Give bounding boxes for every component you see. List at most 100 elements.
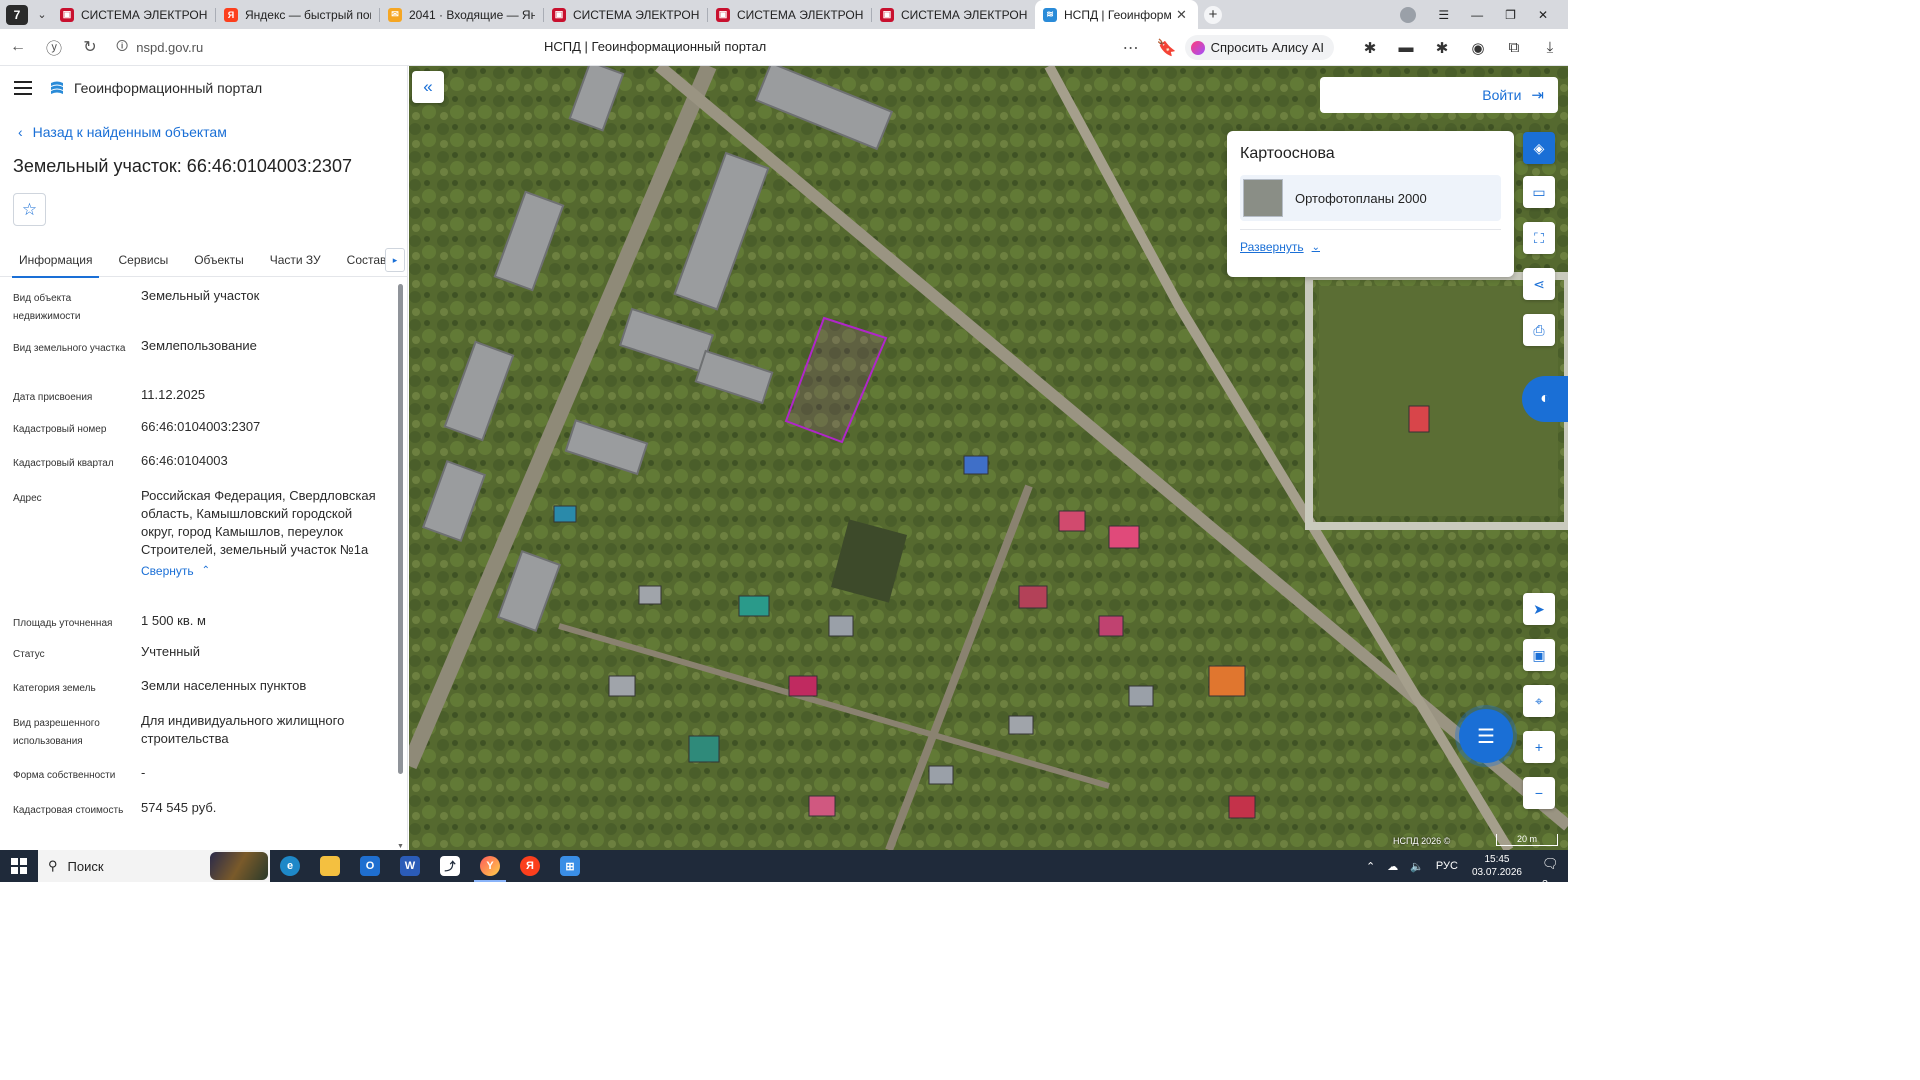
app-icon: ⤴ bbox=[440, 856, 460, 876]
clock[interactable]: 15:45 03.07.2026 bbox=[1472, 853, 1522, 879]
basemap-option[interactable]: Ортофотопланы 2000 bbox=[1240, 175, 1501, 221]
close-window-icon[interactable]: ✕ bbox=[1538, 8, 1548, 22]
new-tab-button[interactable]: + bbox=[1204, 5, 1222, 24]
site-info-icon[interactable]: 🛈 bbox=[116, 37, 128, 58]
reload-icon[interactable]: ↻ bbox=[72, 37, 108, 57]
menu-icon[interactable] bbox=[14, 81, 32, 95]
tabs-dropdown-icon[interactable]: ⌄ bbox=[32, 8, 52, 21]
zoom-in-button[interactable]: + bbox=[1523, 731, 1555, 763]
start-button[interactable] bbox=[0, 850, 38, 882]
address-bar: ← ⓨ ↻ 🛈 nspd.gov.ru НСПД | Геоинформацио… bbox=[0, 29, 1568, 66]
taskbar-yandex-browser[interactable]: Y bbox=[470, 850, 510, 882]
page-title-display: НСПД | Геоинформационный портал bbox=[544, 39, 767, 54]
taskbar-yandex[interactable]: Я bbox=[510, 850, 550, 882]
zoom-out-button[interactable]: − bbox=[1523, 777, 1555, 809]
info-value: Учтенный bbox=[141, 644, 201, 659]
chat-button[interactable]: ☰ bbox=[1459, 709, 1513, 763]
basemap-expand-link[interactable]: Развернуть ⌄ bbox=[1240, 240, 1501, 254]
favorite-button[interactable]: ☆ bbox=[13, 193, 46, 226]
url-field[interactable]: 🛈 nspd.gov.ru bbox=[116, 37, 536, 58]
collapse-sidebar-button[interactable]: « bbox=[412, 71, 444, 103]
print-button[interactable]: ⎙ bbox=[1523, 314, 1555, 346]
notifications-icon[interactable]: 🗨3 bbox=[1542, 856, 1562, 891]
info-value-cell: Земельный участок bbox=[141, 287, 407, 337]
browser-tab[interactable]: ▣ СИСТЕМА ЭЛЕКТРОННО bbox=[544, 0, 707, 29]
restore-icon[interactable]: ❐ bbox=[1505, 8, 1516, 22]
object-tab[interactable]: Объекты bbox=[181, 244, 257, 277]
taskbar-outlook[interactable]: O bbox=[350, 850, 390, 882]
info-row: Вид разрешенного использования Для индиви… bbox=[0, 712, 407, 764]
map-credit: НСПД 2026 © bbox=[1393, 836, 1451, 846]
search-location-button[interactable]: ⌖ bbox=[1523, 685, 1555, 717]
sidebar-scrollbar[interactable]: ▼ bbox=[397, 284, 404, 850]
taskbar-search[interactable]: ⚲ Поиск bbox=[38, 850, 270, 882]
yandex-protect-icon[interactable]: ⓨ bbox=[36, 35, 72, 59]
chevron-left-icon: ‹ bbox=[18, 124, 23, 140]
tray-chevron-icon[interactable]: ⌃ bbox=[1366, 860, 1375, 873]
alisa-icon bbox=[1190, 40, 1205, 55]
object-tab[interactable]: Сервисы bbox=[105, 244, 181, 277]
object-tab[interactable]: Части ЗУ bbox=[257, 244, 334, 277]
browser-tab[interactable]: Я Яндекс — быстрый поиск bbox=[216, 0, 379, 29]
volume-icon[interactable]: 🔈 bbox=[1410, 860, 1424, 873]
layers-button[interactable]: ◈ bbox=[1523, 132, 1555, 164]
portal-name: Геоинформационный портал bbox=[74, 80, 263, 96]
language-indicator[interactable]: РУС bbox=[1436, 860, 1458, 872]
bookmark-icon[interactable]: 🔖 bbox=[1149, 38, 1185, 58]
info-label: Кадастровый номер bbox=[13, 424, 107, 435]
word-icon: W bbox=[400, 856, 420, 876]
taskbar-edge[interactable]: e bbox=[270, 850, 310, 882]
assistant-tab[interactable]: ◐ bbox=[1522, 376, 1568, 422]
extension-icon[interactable]: ▬ bbox=[1388, 39, 1424, 56]
collapse-address-link[interactable]: Свернуть ⌃ bbox=[141, 562, 210, 580]
login-label: Войти bbox=[1482, 87, 1522, 103]
minimize-icon[interactable]: — bbox=[1471, 8, 1483, 22]
divider bbox=[1240, 229, 1501, 230]
browser-tab[interactable]: ▣ СИСТЕМА ЭЛЕКТРОННО bbox=[708, 0, 871, 29]
taskbar-explorer[interactable] bbox=[310, 850, 350, 882]
tabs-scroll-right-icon[interactable]: ▸ bbox=[385, 248, 405, 272]
browser-tab[interactable]: ≋ НСПД | Геоинформаци ✕ bbox=[1035, 0, 1198, 29]
back-to-results-link[interactable]: ‹ Назад к найденным объектам bbox=[0, 124, 407, 140]
info-label: Дата присвоения bbox=[13, 392, 93, 403]
browser-tab[interactable]: ▣ СИСТЕМА ЭЛЕКТРОННО bbox=[872, 0, 1035, 29]
browser-tab-strip: 7 ⌄ ▣ СИСТЕМА ЭЛЕКТРОННО Я Яндекс — быстрый… bbox=[0, 0, 1568, 29]
info-row: Дата присвоения 11.12.2025 bbox=[0, 386, 407, 418]
browser-tab[interactable]: ▣ СИСТЕМА ЭЛЕКТРОННО bbox=[52, 0, 215, 29]
more-icon[interactable]: ⋯ bbox=[1113, 38, 1149, 58]
back-icon[interactable]: ← bbox=[0, 38, 36, 56]
map-view[interactable]: « Войти ⇥ Картооснова Ортофотопланы 2000… bbox=[409, 66, 1568, 850]
browser-tab[interactable]: ✉ 2041 · Входящие — Яндек bbox=[380, 0, 543, 29]
basemap-thumbnail bbox=[1243, 179, 1283, 217]
taskbar-word[interactable]: W bbox=[390, 850, 430, 882]
tab-title: СИСТЕМА ЭЛЕКТРОННО bbox=[573, 7, 699, 22]
portal-logo-icon bbox=[51, 81, 63, 94]
minimap-button[interactable]: ▣ bbox=[1523, 639, 1555, 671]
info-value-cell: 1 500 кв. м bbox=[141, 612, 407, 643]
share-button[interactable]: ⋖ bbox=[1523, 268, 1555, 300]
area-select-button[interactable]: ⛶ bbox=[1523, 222, 1555, 254]
system-tray: ⌃ ☁ 🔈 РУС 15:45 03.07.2026 🗨3 bbox=[1360, 850, 1568, 891]
window-controls: ☰ — ❐ ✕ bbox=[1400, 0, 1568, 29]
close-tab-icon[interactable]: ✕ bbox=[1176, 7, 1190, 23]
network-icon[interactable]: ☁ bbox=[1387, 860, 1398, 873]
profile-avatar[interactable] bbox=[1400, 6, 1417, 23]
menu-icon[interactable]: ☰ bbox=[1438, 8, 1449, 22]
taskbar-store[interactable]: ⊞ bbox=[550, 850, 590, 882]
object-tabs: Информация Сервисы Объекты Части ЗУ Состав ▸ bbox=[0, 244, 407, 278]
login-button[interactable]: Войти ⇥ bbox=[1320, 77, 1558, 113]
extension-icon[interactable]: ✱ bbox=[1424, 39, 1460, 57]
object-tab[interactable]: Информация bbox=[6, 244, 105, 278]
locate-button[interactable]: ➤ bbox=[1523, 593, 1555, 625]
taskbar-app[interactable]: ⤴ bbox=[430, 850, 470, 882]
download-icon[interactable]: ⤓ bbox=[1532, 39, 1568, 56]
ask-alisa-button[interactable]: Спросить Алису AI bbox=[1184, 35, 1334, 60]
info-value: 574 545 руб. bbox=[141, 800, 217, 815]
measure-button[interactable]: ▭ bbox=[1523, 176, 1555, 208]
downloads-icon[interactable]: ⧉ bbox=[1496, 39, 1532, 56]
scrollbar-thumb[interactable] bbox=[398, 284, 403, 774]
tab-counter[interactable]: 7 bbox=[6, 4, 28, 25]
extension-icon[interactable]: ✱ bbox=[1352, 39, 1388, 57]
scroll-down-icon[interactable]: ▼ bbox=[397, 843, 404, 850]
extension-icon[interactable]: ◉ bbox=[1460, 39, 1496, 57]
